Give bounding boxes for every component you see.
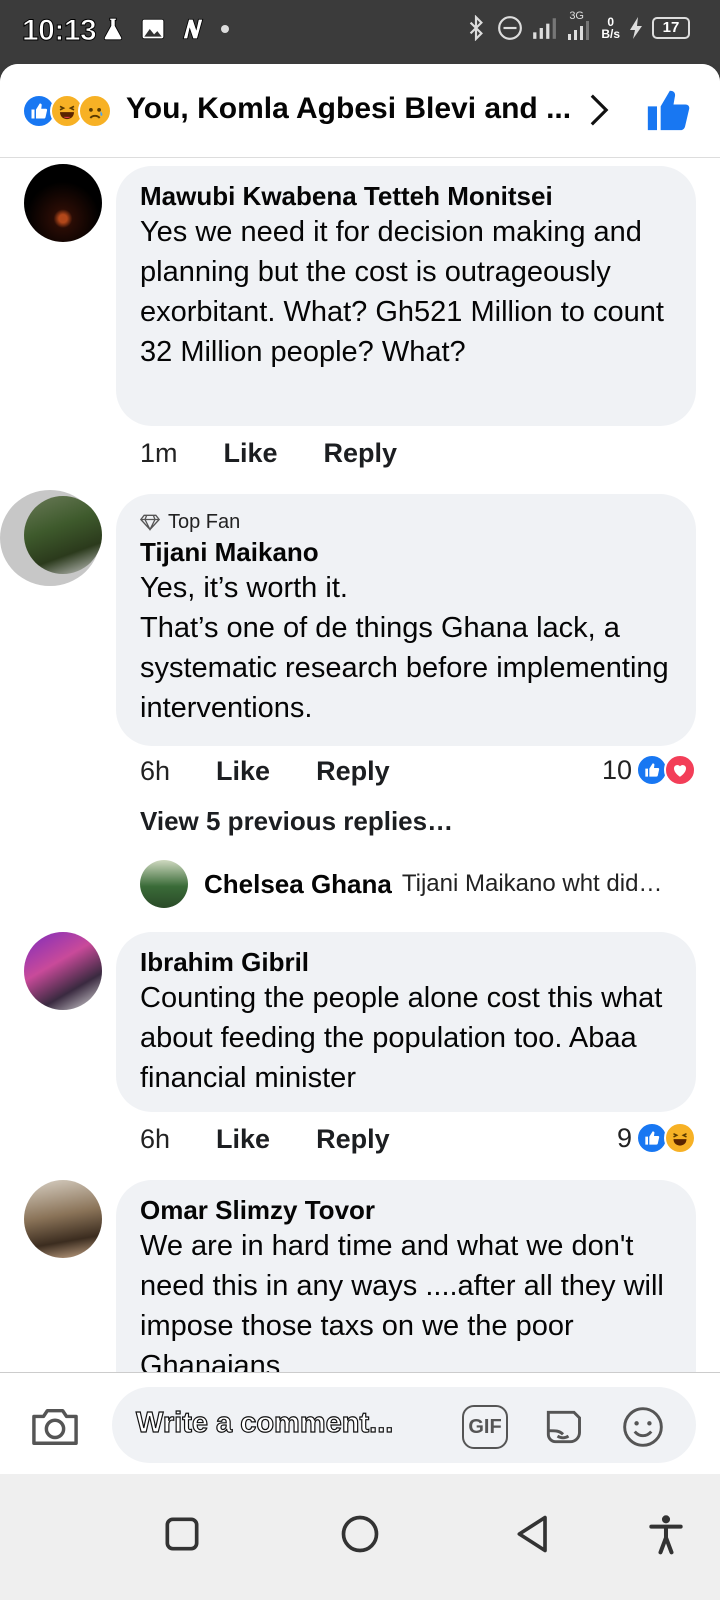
avatar[interactable] (24, 164, 102, 242)
signal-3g: 3G (565, 10, 593, 42)
dot-icon (221, 25, 229, 33)
comment-text-line-2: That’s one of de things Ghana lack, a sy… (140, 612, 669, 724)
like-link[interactable]: Like (216, 756, 270, 787)
status-bar: 10:13 3G 0 B/s 17 (0, 0, 720, 64)
comment-actions: 1m Like Reply (140, 438, 443, 469)
app-n-icon (182, 18, 204, 40)
comment-actions: 6h Like Reply (140, 756, 436, 787)
reaction-count[interactable]: 9 (617, 1122, 696, 1154)
comment-input[interactable]: Write a comment... GIF (112, 1387, 696, 1463)
do-not-disturb-icon (498, 16, 523, 40)
reactors-title[interactable]: You, Komla Agbesi Blevi and ... (126, 92, 571, 126)
flask-icon (103, 17, 123, 41)
home-icon[interactable] (338, 1512, 382, 1556)
status-time: 10:13 (21, 14, 97, 48)
comment-composer: Write a comment... GIF (0, 1372, 720, 1474)
comment-time: 6h (140, 756, 171, 786)
emoji-icon[interactable] (620, 1405, 666, 1449)
reply-link[interactable]: Reply (316, 756, 390, 787)
comment-bubble[interactable]: Omar Slimzy Tovor We are in hard time an… (116, 1180, 696, 1372)
diamond-icon (140, 514, 160, 531)
reaction-summary[interactable] (22, 94, 112, 128)
like-button-icon[interactable] (646, 88, 690, 132)
comments-header: You, Komla Agbesi Blevi and ... (0, 64, 720, 158)
recent-apps-icon[interactable] (160, 1512, 204, 1556)
charging-icon (630, 17, 642, 39)
love-icon (664, 754, 696, 786)
gif-button[interactable]: GIF (462, 1405, 508, 1449)
sad-icon (78, 94, 112, 128)
comment-author[interactable]: Tijani Maikano (140, 536, 672, 568)
avatar[interactable] (24, 932, 102, 1010)
comments-feed[interactable]: Mawubi Kwabena Tetteh Monitsei Yes we ne… (0, 158, 720, 1372)
comment-author[interactable]: Ibrahim Gibril (140, 946, 672, 978)
comment-text: Yes we need it for decision making and p… (140, 216, 664, 368)
comment-bubble[interactable]: Top Fan Tijani Maikano Yes, it’s worth i… (116, 494, 696, 746)
status-notification-icons (100, 16, 230, 42)
comment-text-line-1: Yes, it’s worth it. (140, 572, 348, 604)
comment-input-placeholder: Write a comment... (135, 1406, 394, 1439)
reply-link[interactable]: Reply (316, 1124, 390, 1155)
reply-link[interactable]: Reply (324, 438, 398, 469)
signal-icon (533, 18, 557, 39)
back-icon[interactable] (512, 1512, 556, 1556)
comment-author[interactable]: Mawubi Kwabena Tetteh Monitsei (140, 180, 672, 212)
avatar[interactable] (24, 1180, 102, 1258)
comment-time: 1m (140, 438, 178, 468)
bluetooth-icon (470, 15, 484, 41)
comment-author[interactable]: Omar Slimzy Tovor (140, 1194, 672, 1226)
network-speed: 0 B/s (601, 15, 620, 41)
chevron-right-icon[interactable] (584, 92, 614, 128)
avatar[interactable] (140, 860, 188, 908)
camera-icon[interactable] (30, 1403, 80, 1449)
avatar[interactable] (24, 496, 102, 574)
comments-sheet: You, Komla Agbesi Blevi and ... Mawubi K… (0, 64, 720, 1504)
image-icon (141, 18, 165, 40)
top-fan-badge: Top Fan (140, 508, 672, 536)
haha-icon (664, 1122, 696, 1154)
system-navigation-bar (0, 1474, 720, 1600)
reaction-count[interactable]: 10 (602, 754, 696, 786)
like-link[interactable]: Like (224, 438, 278, 469)
comment-text: We are in hard time and what we don't ne… (140, 1230, 664, 1372)
comment-bubble[interactable]: Ibrahim Gibril Counting the people alone… (116, 932, 696, 1112)
reply-author[interactable]: Chelsea Ghana (204, 869, 392, 900)
reply-preview[interactable]: Chelsea Ghana Tijani Maikano wht did… (140, 860, 662, 908)
comment-time: 6h (140, 1124, 171, 1154)
like-link[interactable]: Like (216, 1124, 270, 1155)
comment-actions: 6h Like Reply (140, 1124, 436, 1155)
comment-bubble[interactable]: Mawubi Kwabena Tetteh Monitsei Yes we ne… (116, 166, 696, 426)
status-system-icons: 3G 0 B/s 17 (463, 10, 690, 42)
accessibility-icon[interactable] (644, 1512, 688, 1556)
comment-text: Counting the people alone cost this what… (140, 982, 663, 1094)
view-previous-replies[interactable]: View 5 previous replies… (140, 806, 453, 837)
sticker-icon[interactable] (540, 1405, 586, 1449)
signal-icon-2 (568, 21, 590, 40)
reply-text: Tijani Maikano wht did… (401, 870, 663, 897)
battery-level: 17 (652, 17, 690, 39)
